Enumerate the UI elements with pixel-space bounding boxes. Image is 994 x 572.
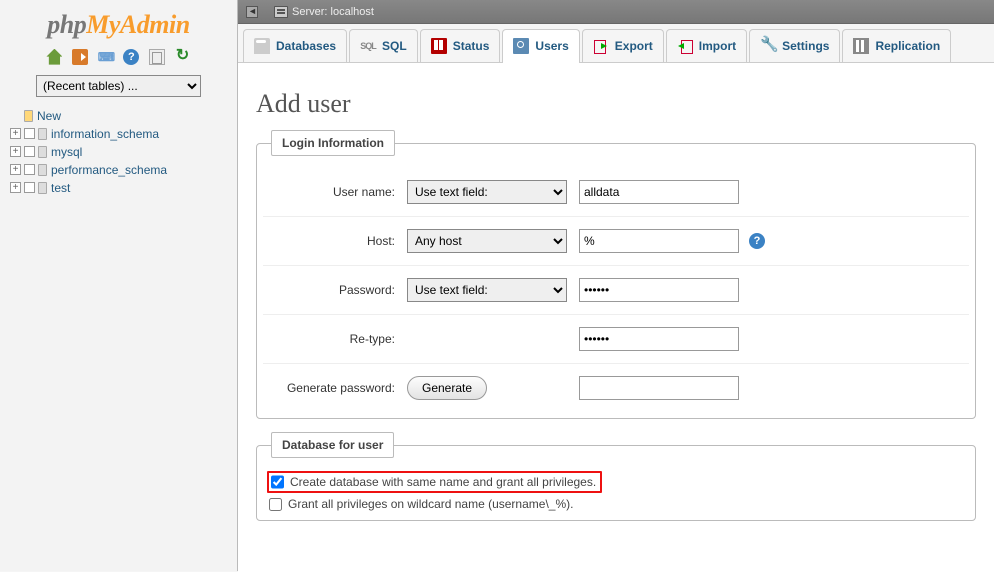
settings-icon: 🔧 — [760, 38, 776, 54]
tab-label: SQL — [382, 39, 407, 53]
docs-icon[interactable] — [149, 49, 165, 65]
content: Add user Login Information User name: Us… — [238, 63, 994, 572]
login-information-fieldset: Login Information User name: Use text fi… — [256, 143, 976, 419]
tree-db[interactable]: + information_schema — [10, 125, 227, 143]
tree-node-label[interactable]: performance_schema — [51, 163, 167, 177]
password-label: Password: — [267, 283, 407, 297]
database-tree: + New + information_schema + mysql + per… — [4, 105, 233, 199]
users-icon — [513, 38, 529, 54]
topbar: Server: localhost — [238, 0, 994, 24]
db-legend: Database for user — [271, 432, 394, 458]
tab-label: Users — [535, 39, 568, 53]
tab-label: Databases — [276, 39, 336, 53]
tab-label: Export — [615, 39, 653, 53]
tab-label: Settings — [782, 39, 829, 53]
database-icon — [38, 164, 47, 176]
main: Server: localhost Databases SQL SQL Statu… — [238, 0, 994, 571]
help-icon[interactable]: ? — [123, 49, 139, 65]
status-icon — [431, 38, 447, 54]
expand-icon[interactable] — [24, 128, 35, 139]
retype-label: Re-type: — [267, 332, 407, 346]
logo-part2: MyAdmin — [86, 10, 189, 39]
tab-label: Status — [453, 39, 490, 53]
expand-icon[interactable]: + — [10, 164, 21, 175]
tab-label: Import — [699, 39, 736, 53]
page-title: Add user — [256, 89, 976, 119]
row-username: User name: Use text field: — [263, 168, 969, 217]
tab-replication[interactable]: Replication — [842, 29, 951, 62]
database-icon — [38, 128, 47, 140]
tab-settings[interactable]: 🔧 Settings — [749, 29, 840, 62]
databases-icon — [254, 38, 270, 54]
expand-icon[interactable]: + — [10, 146, 21, 157]
logo-part1: php — [47, 10, 86, 39]
password-input[interactable] — [579, 278, 739, 302]
database-icon — [38, 182, 47, 194]
host-input[interactable] — [579, 229, 739, 253]
generate-label: Generate password: — [267, 381, 407, 395]
tab-label: Replication — [875, 39, 940, 53]
tabs: Databases SQL SQL Status Users Export Imp… — [238, 24, 994, 63]
replication-icon — [853, 38, 869, 54]
row-retype: Re-type: — [263, 315, 969, 364]
row-password: Password: Use text field: — [263, 266, 969, 315]
wildcard-label: Grant all privileges on wildcard name (u… — [288, 497, 573, 511]
username-mode-select[interactable]: Use text field: — [407, 180, 567, 204]
sql-icon: SQL — [360, 38, 376, 54]
reload-icon[interactable]: ↻ — [175, 49, 191, 65]
row-generate: Generate password: Generate — [263, 364, 969, 412]
recent-tables-select[interactable]: (Recent tables) ... — [36, 75, 201, 97]
database-icon — [38, 146, 47, 158]
home-icon[interactable] — [46, 49, 62, 65]
tree-node-label[interactable]: test — [51, 181, 70, 195]
generated-password-input[interactable] — [579, 376, 739, 400]
login-legend: Login Information — [271, 130, 395, 156]
db-option-create-same-name[interactable]: Create database with same name and grant… — [263, 470, 969, 494]
expand-icon[interactable]: + — [10, 128, 21, 139]
tree-new[interactable]: + New — [10, 107, 227, 125]
host-mode-select[interactable]: Any host — [407, 229, 567, 253]
database-for-user-fieldset: Database for user Create database with s… — [256, 445, 976, 521]
sidebar: phpMyAdmin ⌨ ? ↻ (Recent tables) ... + N… — [0, 0, 238, 571]
tab-status[interactable]: Status — [420, 29, 501, 62]
query-window-icon[interactable]: ⌨ — [98, 49, 114, 65]
host-help-icon[interactable]: ? — [749, 233, 765, 249]
db-option-wildcard[interactable]: Grant all privileges on wildcard name (u… — [263, 494, 969, 514]
generate-button[interactable]: Generate — [407, 376, 487, 400]
export-icon — [593, 38, 609, 54]
collapse-sidebar-icon[interactable] — [246, 6, 258, 18]
row-host: Host: Any host ? — [263, 217, 969, 266]
tab-import[interactable]: Import — [666, 29, 747, 62]
sidebar-toolbar: ⌨ ? ↻ — [4, 44, 233, 71]
wildcard-checkbox[interactable] — [269, 498, 282, 511]
server-icon — [274, 6, 288, 18]
tree-db[interactable]: + test — [10, 179, 227, 197]
expand-icon[interactable]: + — [10, 182, 21, 193]
tab-export[interactable]: Export — [582, 29, 664, 62]
tree-node-label[interactable]: information_schema — [51, 127, 159, 141]
password-mode-select[interactable]: Use text field: — [407, 278, 567, 302]
import-icon — [677, 38, 693, 54]
breadcrumb-server[interactable]: Server: localhost — [292, 6, 374, 18]
tree-db[interactable]: + performance_schema — [10, 161, 227, 179]
tab-users[interactable]: Users — [502, 29, 579, 63]
retype-input[interactable] — [579, 327, 739, 351]
expand-icon[interactable] — [24, 164, 35, 175]
logout-icon[interactable] — [72, 49, 88, 65]
tree-node-label[interactable]: New — [37, 109, 61, 123]
username-label: User name: — [267, 185, 407, 199]
tree-db[interactable]: + mysql — [10, 143, 227, 161]
expand-icon[interactable] — [24, 182, 35, 193]
create-db-checkbox[interactable] — [271, 475, 284, 489]
tab-databases[interactable]: Databases — [243, 29, 347, 62]
new-db-icon — [24, 110, 33, 122]
host-label: Host: — [267, 234, 407, 248]
tab-sql[interactable]: SQL SQL — [349, 29, 418, 62]
tree-node-label[interactable]: mysql — [51, 145, 82, 159]
username-input[interactable] — [579, 180, 739, 204]
expand-icon[interactable] — [24, 146, 35, 157]
logo[interactable]: phpMyAdmin — [4, 4, 233, 44]
create-db-label: Create database with same name and grant… — [290, 475, 596, 489]
